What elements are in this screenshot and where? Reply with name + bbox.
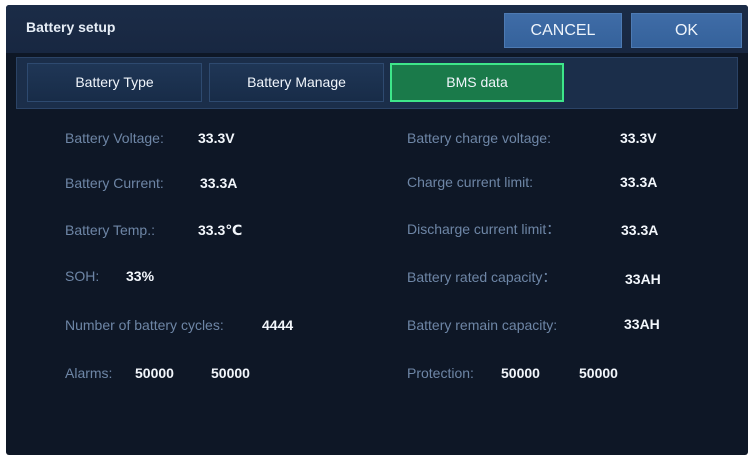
tab-bar: Battery Type Battery Manage BMS data	[16, 57, 738, 109]
battery-temp-value: 33.3℃	[198, 222, 243, 238]
charge-voltage-label: Battery charge voltage:	[407, 130, 551, 146]
discharge-limit-row: Discharge current limit： 33.3A	[407, 219, 658, 239]
battery-cycles-label: Number of battery cycles:	[65, 317, 224, 333]
soh-label: SOH:	[65, 268, 100, 284]
discharge-limit-value: 33.3A	[621, 222, 659, 238]
rated-capacity-row: Battery rated capacity： 33AH	[407, 267, 661, 287]
title-bar: Battery setup CANCEL OK	[6, 5, 748, 53]
protection-value-1: 50000	[501, 365, 540, 381]
battery-current-label: Battery Current:	[65, 175, 164, 191]
battery-voltage-value: 33.3V	[198, 130, 235, 146]
cancel-button[interactable]: CANCEL	[504, 13, 622, 48]
soh-row: SOH: 33%	[65, 268, 154, 284]
battery-voltage-label: Battery Voltage:	[65, 130, 164, 146]
battery-temp-label: Battery Temp.:	[65, 222, 156, 238]
tab-battery-manage[interactable]: Battery Manage	[209, 63, 384, 102]
protection-label: Protection:	[407, 365, 474, 381]
charge-limit-row: Charge current limit: 33.3A	[407, 174, 657, 190]
battery-voltage-row: Battery Voltage: 33.3V	[65, 130, 235, 146]
rated-capacity-value: 33AH	[625, 271, 661, 287]
charge-voltage-row: Battery charge voltage: 33.3V	[407, 130, 657, 146]
remain-capacity-row: Battery remain capacity: 33AH	[407, 316, 660, 333]
battery-cycles-value: 4444	[262, 317, 294, 333]
tab-battery-type[interactable]: Battery Type	[27, 63, 202, 102]
protection-value-2: 50000	[579, 365, 618, 381]
soh-value: 33%	[126, 268, 155, 284]
remain-capacity-value: 33AH	[624, 316, 660, 332]
ok-button[interactable]: OK	[631, 13, 742, 48]
battery-cycles-row: Number of battery cycles: 4444	[65, 317, 293, 333]
rated-capacity-label: Battery rated capacity：	[407, 269, 557, 285]
discharge-limit-label: Discharge current limit：	[407, 221, 561, 237]
alarms-value-1: 50000	[135, 365, 174, 381]
battery-current-value: 33.3A	[200, 175, 238, 191]
alarms-row: Alarms: 50000 50000	[65, 365, 250, 381]
alarms-label: Alarms:	[65, 365, 113, 381]
tab-bms-data[interactable]: BMS data	[390, 63, 564, 102]
battery-temp-row: Battery Temp.: 33.3℃	[65, 222, 242, 238]
bms-data-panel: Battery Voltage: 33.3V Battery Current: …	[6, 111, 748, 455]
dialog-title: Battery setup	[26, 19, 116, 35]
charge-limit-value: 33.3A	[620, 174, 658, 190]
charge-voltage-value: 33.3V	[620, 130, 657, 146]
alarms-value-2: 50000	[211, 365, 250, 381]
charge-limit-label: Charge current limit:	[407, 174, 534, 190]
battery-setup-dialog: Battery setup CANCEL OK Battery Type Bat…	[6, 5, 748, 455]
protection-row: Protection: 50000 50000	[407, 365, 618, 381]
battery-current-row: Battery Current: 33.3A	[65, 175, 237, 191]
remain-capacity-label: Battery remain capacity:	[407, 317, 558, 333]
